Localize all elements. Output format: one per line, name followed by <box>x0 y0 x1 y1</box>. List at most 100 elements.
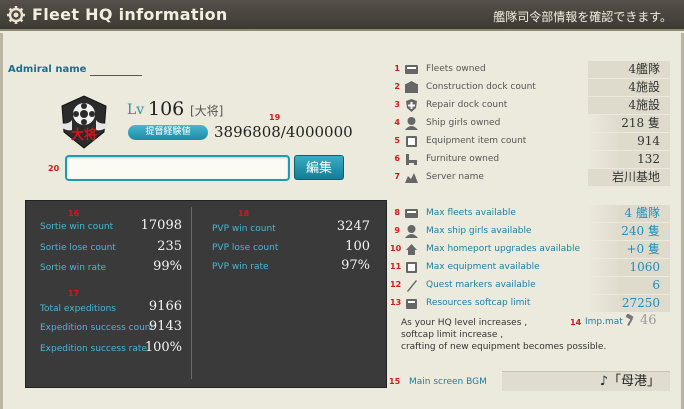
softcap-note-line: crafting of new equipment becomes possib… <box>401 342 607 352</box>
hq-row-server-name: 7 Server name 岩川基地 <box>394 169 670 186</box>
exp-badge: 提督経験値 <box>128 125 208 140</box>
furniture-icon <box>406 154 417 165</box>
hammer-icon <box>625 314 634 326</box>
gear-icon <box>7 6 25 24</box>
stats-divider <box>191 207 192 379</box>
equipment-icon <box>406 262 417 273</box>
hq-row-label: Quest markers available <box>426 280 536 290</box>
admiral-rank: [大将] <box>190 104 224 118</box>
annotation-8: 8 <box>394 208 400 217</box>
admiral-comment-input[interactable] <box>65 155 290 181</box>
hq-row-label: Ship girls owned <box>426 118 501 128</box>
rank-emblem-text: 大将 <box>71 127 97 143</box>
imp-mat-value: 46 <box>640 313 657 328</box>
hq-row-max-homeport-upgrades-available: 10 Max homeport upgrades available +0 隻 <box>390 241 670 258</box>
main-bgm-selector[interactable]: ♪「母港」 <box>502 371 670 391</box>
annotation-16: 16 <box>68 209 80 218</box>
hq-row-furniture-owned: 6 Furniture owned 132 <box>394 151 670 168</box>
rank-emblem-icon: 大将 <box>56 95 112 149</box>
fleet-icon <box>405 209 418 218</box>
edit-comment-button[interactable]: 編集 <box>294 155 344 180</box>
hq-row-repair-dock-count: 3 Repair dock count 4施設 <box>394 97 670 114</box>
page-subtitle: 艦隊司令部情報を確認できます。 <box>493 10 672 24</box>
annotation-7: 7 <box>394 172 400 181</box>
hq-row-fleets-owned: 1 Fleets owned 4艦隊 <box>394 61 670 78</box>
hq-row-label: Equipment item count <box>426 136 527 146</box>
annotation-1: 1 <box>394 64 400 73</box>
expedition-total-value: 9166 <box>148 299 182 314</box>
annotation-5: 5 <box>394 136 400 145</box>
hq-row-label: Server name <box>426 172 484 182</box>
annotation-17: 17 <box>68 289 80 298</box>
fleet-icon <box>405 65 418 74</box>
hq-row-label: Fleets owned <box>426 64 486 74</box>
annotation-14: 14 <box>570 318 582 327</box>
hq-row-label: Max fleets available <box>426 208 516 218</box>
annotation-15: 15 <box>389 377 401 386</box>
hq-row-value: 1060 <box>588 259 670 276</box>
pvp-lose-value: 100 <box>345 239 370 254</box>
admiral-name-label: Admiral name <box>8 64 87 75</box>
hq-row-value: 4艦隊 <box>588 61 670 78</box>
expedition-rate-value: 100% <box>144 340 182 355</box>
hq-row-label: Furniture owned <box>426 154 500 164</box>
hq-row-max-ship-girls-available: 9 Max ship girls available 240 隻 <box>394 223 670 240</box>
pvp-lose-label: PVP lose count <box>212 243 279 253</box>
annotation-18: 18 <box>238 209 250 218</box>
resources-icon <box>406 299 417 309</box>
admiral-name-field <box>90 75 142 76</box>
hq-row-equipment-item-count: 5 Equipment item count 914 <box>394 133 670 150</box>
hq-row-quest-markers-available: 12 Quest markers available 6 <box>390 277 670 294</box>
admiral-level: 106 <box>148 98 185 120</box>
hq-row-ship-girls-owned: 4 Ship girls owned 218 隻 <box>394 115 670 132</box>
hq-row-value: 岩川基地 <box>588 169 670 186</box>
pvp-win-label: PVP win count <box>212 224 276 234</box>
annotation-19: 19 <box>269 113 281 122</box>
hq-row-value: 218 隻 <box>588 115 670 132</box>
hq-row-value: 4 艦隊 <box>588 205 670 222</box>
repair-dock-icon <box>406 99 417 112</box>
ship-girl-icon <box>405 225 418 238</box>
construction-dock-icon <box>405 81 418 93</box>
hq-row-resources-softcap-limit: 13 Resources softcap limit 27250 <box>390 295 670 312</box>
homeport-icon <box>406 244 417 255</box>
admiral-exp: 3896808/4000000 <box>214 123 353 141</box>
hq-row-value: 27250 <box>588 295 670 312</box>
sortie-lose-value: 235 <box>157 239 182 254</box>
sortie-rate-value: 99% <box>153 259 182 274</box>
imp-mat-label: Imp.mat <box>585 317 623 327</box>
page-title: Fleet HQ information <box>32 5 228 24</box>
quest-marker-icon <box>407 280 417 292</box>
hq-row-value: 4施設 <box>588 79 670 96</box>
hq-row-label: Repair dock count <box>426 100 508 110</box>
pvp-win-value: 3247 <box>336 219 370 234</box>
annotation-6: 6 <box>394 154 400 163</box>
hq-row-max-fleets-available: 8 Max fleets available 4 艦隊 <box>394 205 670 222</box>
hq-row-label: Resources softcap limit <box>426 298 531 308</box>
hq-row-value: 4施設 <box>588 97 670 114</box>
equipment-icon <box>406 136 417 147</box>
annotation-9: 9 <box>394 226 400 235</box>
annotation-4: 4 <box>394 118 400 127</box>
annotation-12: 12 <box>390 280 402 289</box>
main-bgm-label: Main screen BGM <box>409 377 487 387</box>
softcap-note-line: softcap limit increase , <box>401 330 504 340</box>
server-icon <box>405 173 418 183</box>
sortie-win-label: Sortie win count <box>40 222 114 232</box>
annotation-20: 20 <box>48 164 60 173</box>
hq-row-value: +0 隻 <box>588 241 670 258</box>
hq-row-value: 132 <box>588 151 670 168</box>
expedition-success-value: 9143 <box>148 319 182 334</box>
hq-row-label: Max equipment available <box>426 262 540 272</box>
hq-row-max-equipment-available: 11 Max equipment available 1060 <box>390 259 670 276</box>
pvp-rate-value: 97% <box>341 258 370 273</box>
ship-girl-icon <box>405 117 418 130</box>
sortie-lose-label: Sortie lose count <box>40 243 116 253</box>
annotation-10: 10 <box>390 244 402 253</box>
annotation-11: 11 <box>390 262 402 271</box>
hq-row-construction-dock-count: 2 Construction dock count 4施設 <box>394 79 670 96</box>
hq-row-label: Max homeport upgrades available <box>426 244 581 254</box>
hq-row-value: 914 <box>588 133 670 150</box>
annotation-3: 3 <box>394 100 400 109</box>
hq-row-value: 240 隻 <box>588 223 670 240</box>
